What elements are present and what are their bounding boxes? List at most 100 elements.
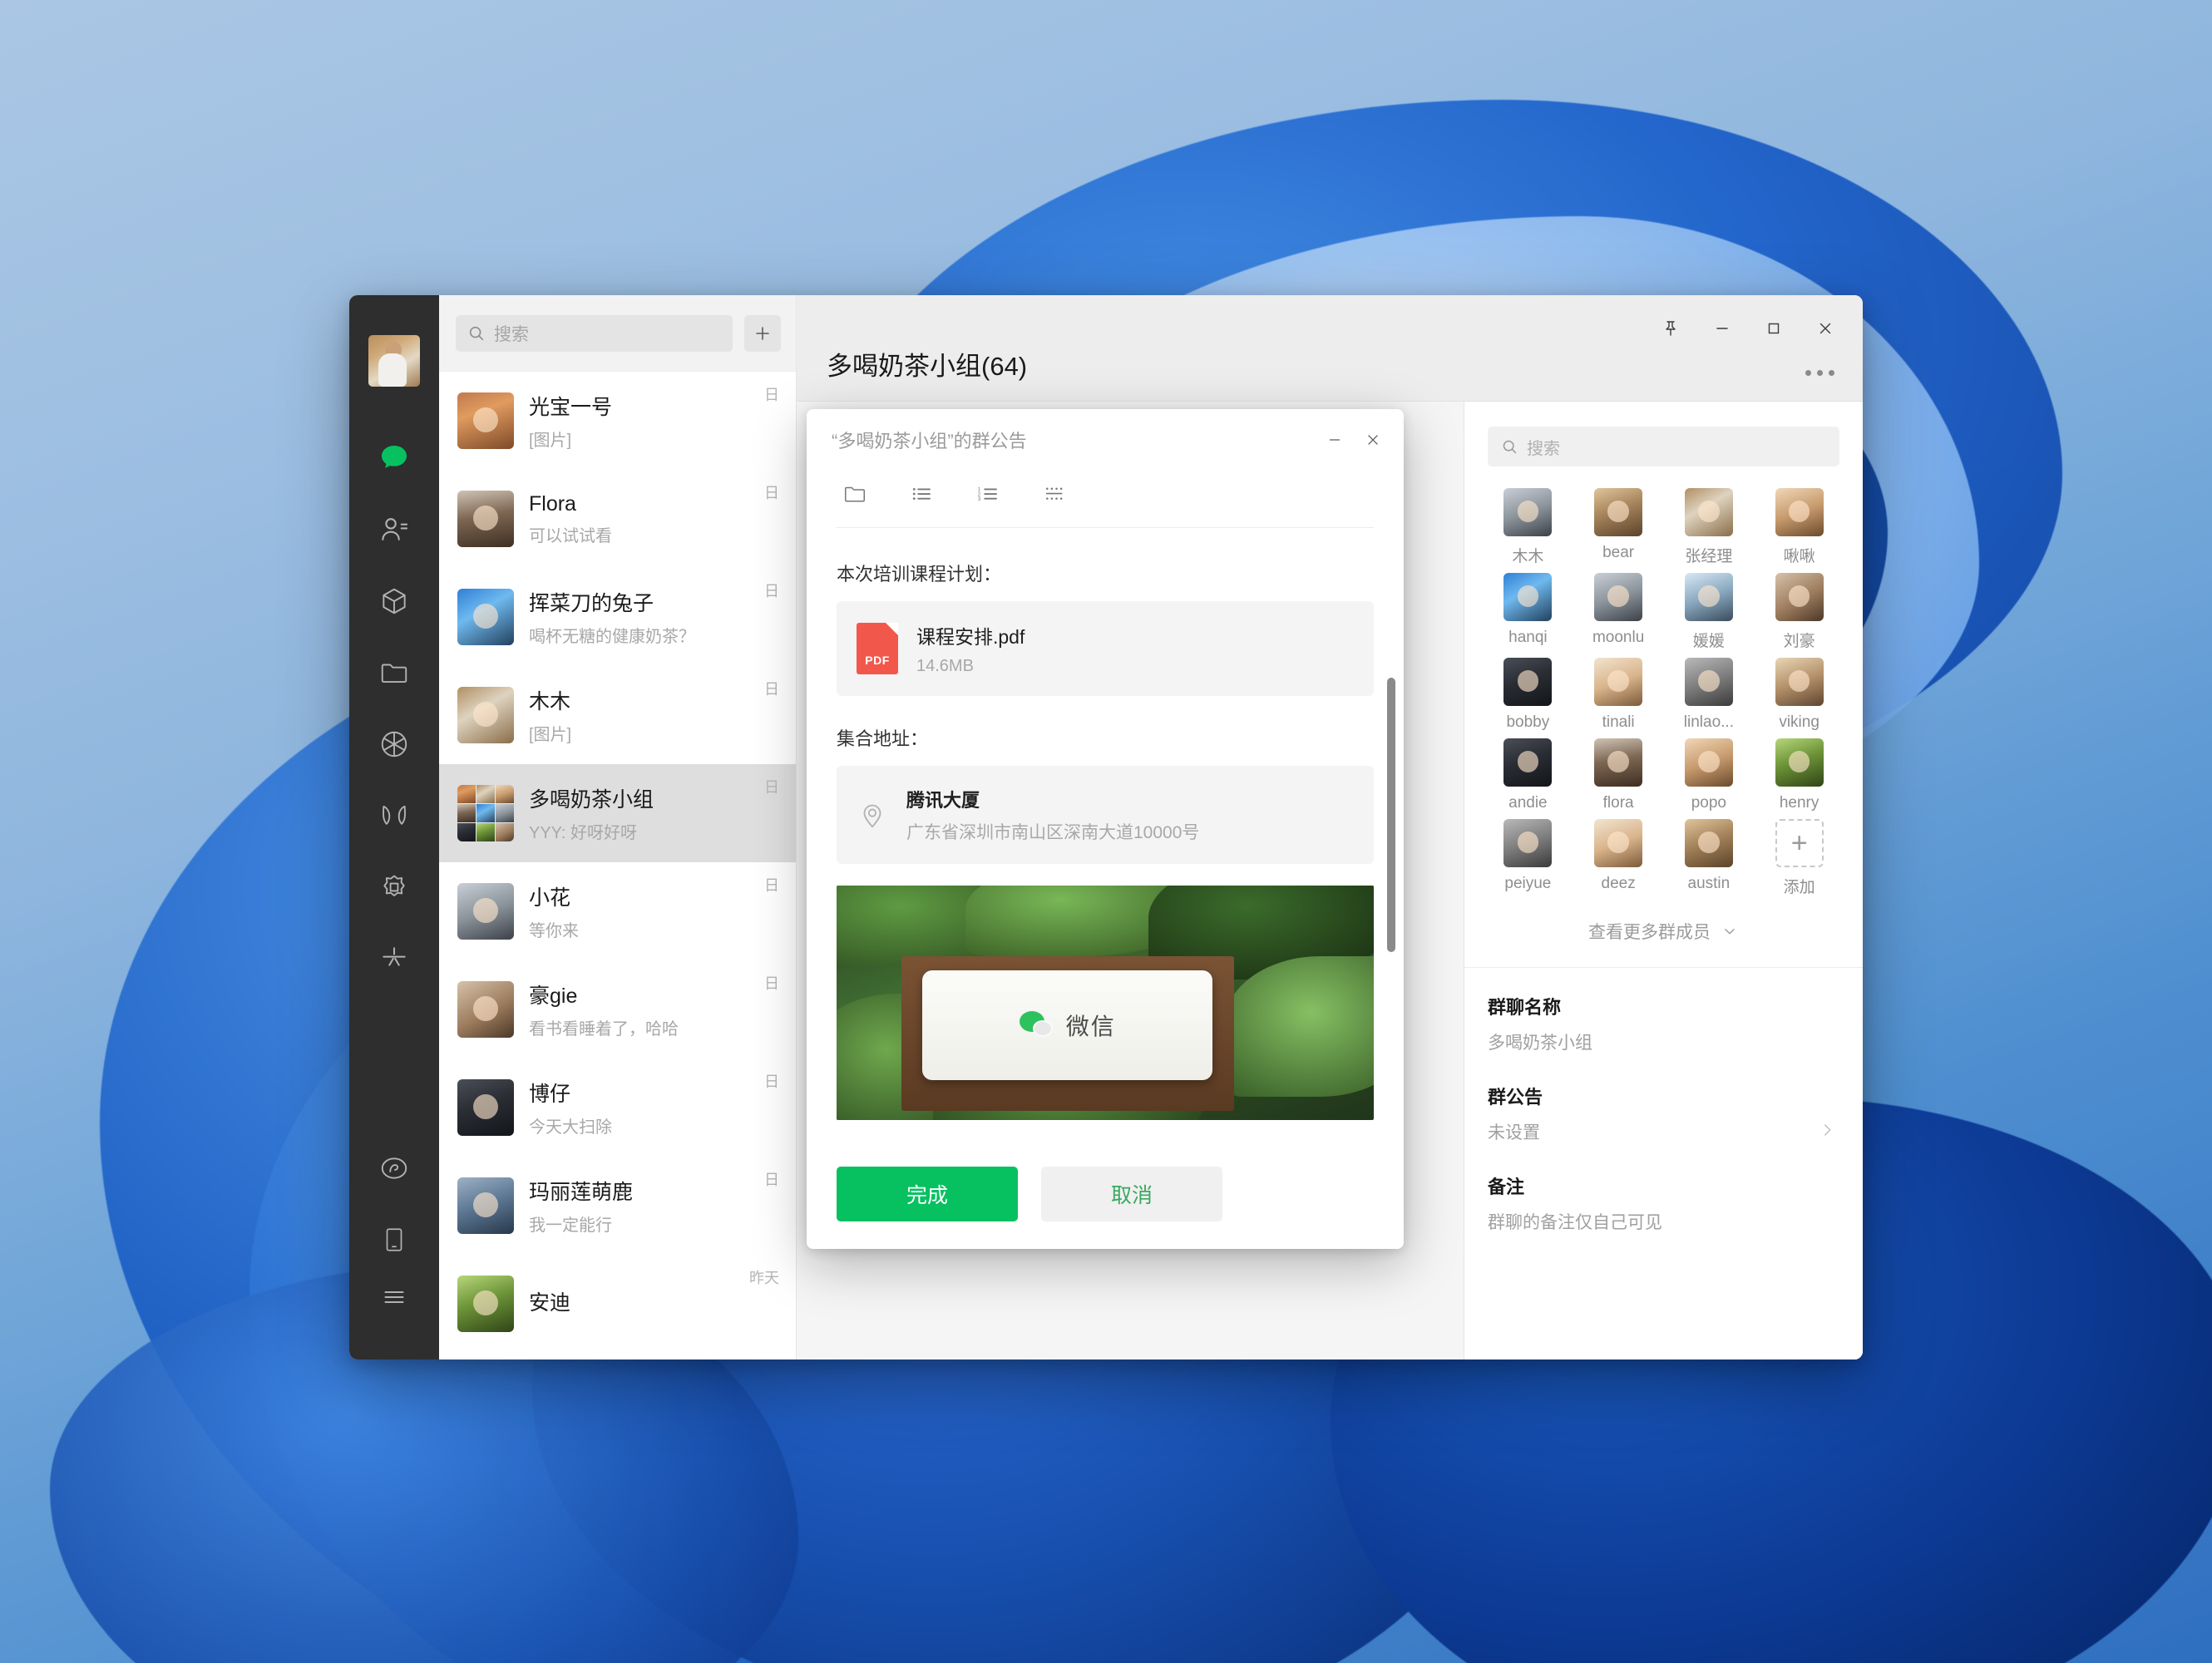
view-more-members-button[interactable]: 查看更多群成员 [1464,897,1863,967]
member-item[interactable]: flora [1575,738,1662,812]
member-item[interactable]: andie [1484,738,1572,812]
confirm-button[interactable]: 完成 [837,1167,1018,1221]
announcement-photo[interactable]: 微信 [837,886,1374,1120]
attached-file-card[interactable]: PDF 课程安排.pdf 14.6MB [837,601,1374,696]
chat-list-item[interactable]: Flora 可以试试看 日 [439,470,796,568]
sidebar-item-phone[interactable] [371,1216,417,1263]
chat-item-time: 日 [764,779,779,796]
topstories-icon [383,875,405,896]
member-item[interactable]: moonlu [1575,573,1662,651]
minimize-button[interactable] [1700,307,1745,350]
member-item[interactable]: 啾啾 [1755,488,1843,566]
avatar [1594,738,1643,787]
chat-item-name: 安迪 [529,1290,571,1315]
location-meta: 腾讯大厦 广东省深圳市南山区深南大道10000号 [906,786,1199,844]
dialog-title: “多喝奶茶小组”的群公告 [832,431,1027,452]
sidebar-item-topstories[interactable] [371,864,417,910]
grid-dots-button[interactable] [1036,476,1073,512]
sidebar-item-contacts[interactable] [371,506,417,553]
member-item[interactable]: tinali [1575,658,1662,732]
pin-button[interactable] [1648,307,1693,350]
bulleted-list-button[interactable] [903,476,940,512]
member-name: bobby [1506,713,1550,731]
chat-list-item[interactable]: 玛丽莲萌鹿 我一定能行日 [439,1157,796,1255]
maximize-button[interactable] [1751,307,1796,350]
numbered-list-button[interactable]: 1 2 3 [970,476,1006,512]
dialog-close-button[interactable] [1354,421,1392,459]
member-item[interactable]: henry [1755,738,1843,812]
chat-item-preview: 等你来 [529,922,579,940]
setting-label: 群公告 [1488,1087,1543,1108]
member-item[interactable]: 张经理 [1666,488,1753,566]
member-item[interactable]: deez [1575,819,1662,897]
chat-list-item[interactable]: 光宝一号 [图片] 日 [439,372,796,470]
avatar [1684,573,1733,621]
chat-list-item[interactable]: 木木 [图片] 日 [439,666,796,764]
dot [1805,370,1811,376]
member-item[interactable]: 刘豪 [1755,573,1843,651]
conversation-header: 多喝奶茶小组(64) [797,295,1863,402]
avatar [457,687,514,743]
wechat-logo [1019,1010,1054,1039]
avatar [1594,819,1643,867]
avatar [1684,819,1733,867]
chat-list-item[interactable]: 多喝奶茶小组 YYY: 好呀好呀 日 [439,764,796,862]
more-options-button[interactable] [1805,370,1834,376]
member-item[interactable]: bear [1575,488,1662,566]
sidebar-item-channels[interactable] [371,792,417,839]
chat-list-item[interactable]: 小花 等你来日 [439,862,796,960]
member-item[interactable]: hanqi [1484,573,1572,651]
sidebar-item-favorites[interactable] [371,578,417,624]
avatar [457,589,514,645]
member-item[interactable]: popo [1666,738,1753,812]
chat-list-item[interactable]: 博仔 今天大扫除日 [439,1058,796,1157]
member-item[interactable]: viking [1755,658,1843,732]
group-setting-row[interactable]: 群公告 未设置 [1488,1083,1839,1144]
sidebar-item-chat[interactable] [371,435,417,481]
member-item[interactable]: bobby [1484,658,1572,732]
chat-list-item[interactable]: 安迪 昨天 [439,1255,796,1353]
chat-item-text: Flora 可以试试看 [529,492,749,546]
pin-icon [1666,321,1676,336]
dialog-scrollbar[interactable] [1387,678,1395,952]
dialog-minimize-button[interactable] [1316,421,1354,459]
location-name: 腾讯大厦 [906,790,980,811]
close-button[interactable] [1803,307,1848,350]
member-search-input[interactable]: 搜索 [1488,427,1839,466]
announcement-content[interactable]: 本次培训课程计划： PDF 课程安排.pdf 14.6MB 集合地址： 腾讯大厦 [807,528,1404,1139]
member-item[interactable]: linlao... [1666,658,1753,732]
cancel-button[interactable]: 取消 [1041,1167,1222,1221]
group-setting-row[interactable]: 群聊名称 多喝奶茶小组 [1488,993,1839,1054]
chat-list-item[interactable]: 挥菜刀的兔子 喝杯无糖的健康奶茶？ 日 [439,568,796,666]
chat-list-item[interactable]: 豪gie 看书看睡着了，哈哈 日 [439,960,796,1058]
sidebar-item-search-star[interactable] [371,935,417,982]
member-item[interactable]: austin [1666,819,1753,897]
member-name: 啾啾 [1783,548,1815,565]
close-icon [1368,435,1378,445]
avatar [1594,573,1643,621]
chevron-down-icon [1725,929,1735,935]
insert-file-button[interactable] [837,476,873,512]
file-name: 课程安排.pdf [916,626,1025,648]
sidebar-item-mini-program[interactable] [371,1145,417,1192]
add-chat-button[interactable] [744,314,781,352]
add-member-button[interactable]: + 添加 [1755,819,1843,897]
search-input[interactable]: 搜索 [456,314,733,352]
chat-item-preview: 可以试试看 [529,526,612,545]
dialog-footer: 完成 取消 [807,1139,1404,1249]
sidebar-item-files[interactable] [371,649,417,696]
setting-label: 备注 [1488,1177,1525,1197]
member-item[interactable]: peiyue [1484,819,1572,897]
member-name: andie [1508,794,1548,812]
chat-items-list[interactable]: 光宝一号 [图片] 日 Flora 可以试试看日挥菜刀的兔子 喝杯无糖的健康奶茶？日木木[… [439,372,796,1360]
member-item[interactable]: 媛媛 [1666,573,1753,651]
group-setting-row[interactable]: 备注 群聊的备注仅自己可见 [1488,1172,1839,1234]
avatar [457,981,514,1038]
editor-toolbar: 1 2 3 [807,471,1404,527]
location-card[interactable]: 腾讯大厦 广东省深圳市南山区深南大道10000号 [837,766,1374,864]
member-item[interactable]: 木木 [1484,488,1572,566]
sidebar-item-more[interactable] [371,1288,417,1335]
avatar[interactable] [368,335,420,387]
sidebar-item-moments[interactable] [371,721,417,767]
avatar [1503,573,1553,621]
